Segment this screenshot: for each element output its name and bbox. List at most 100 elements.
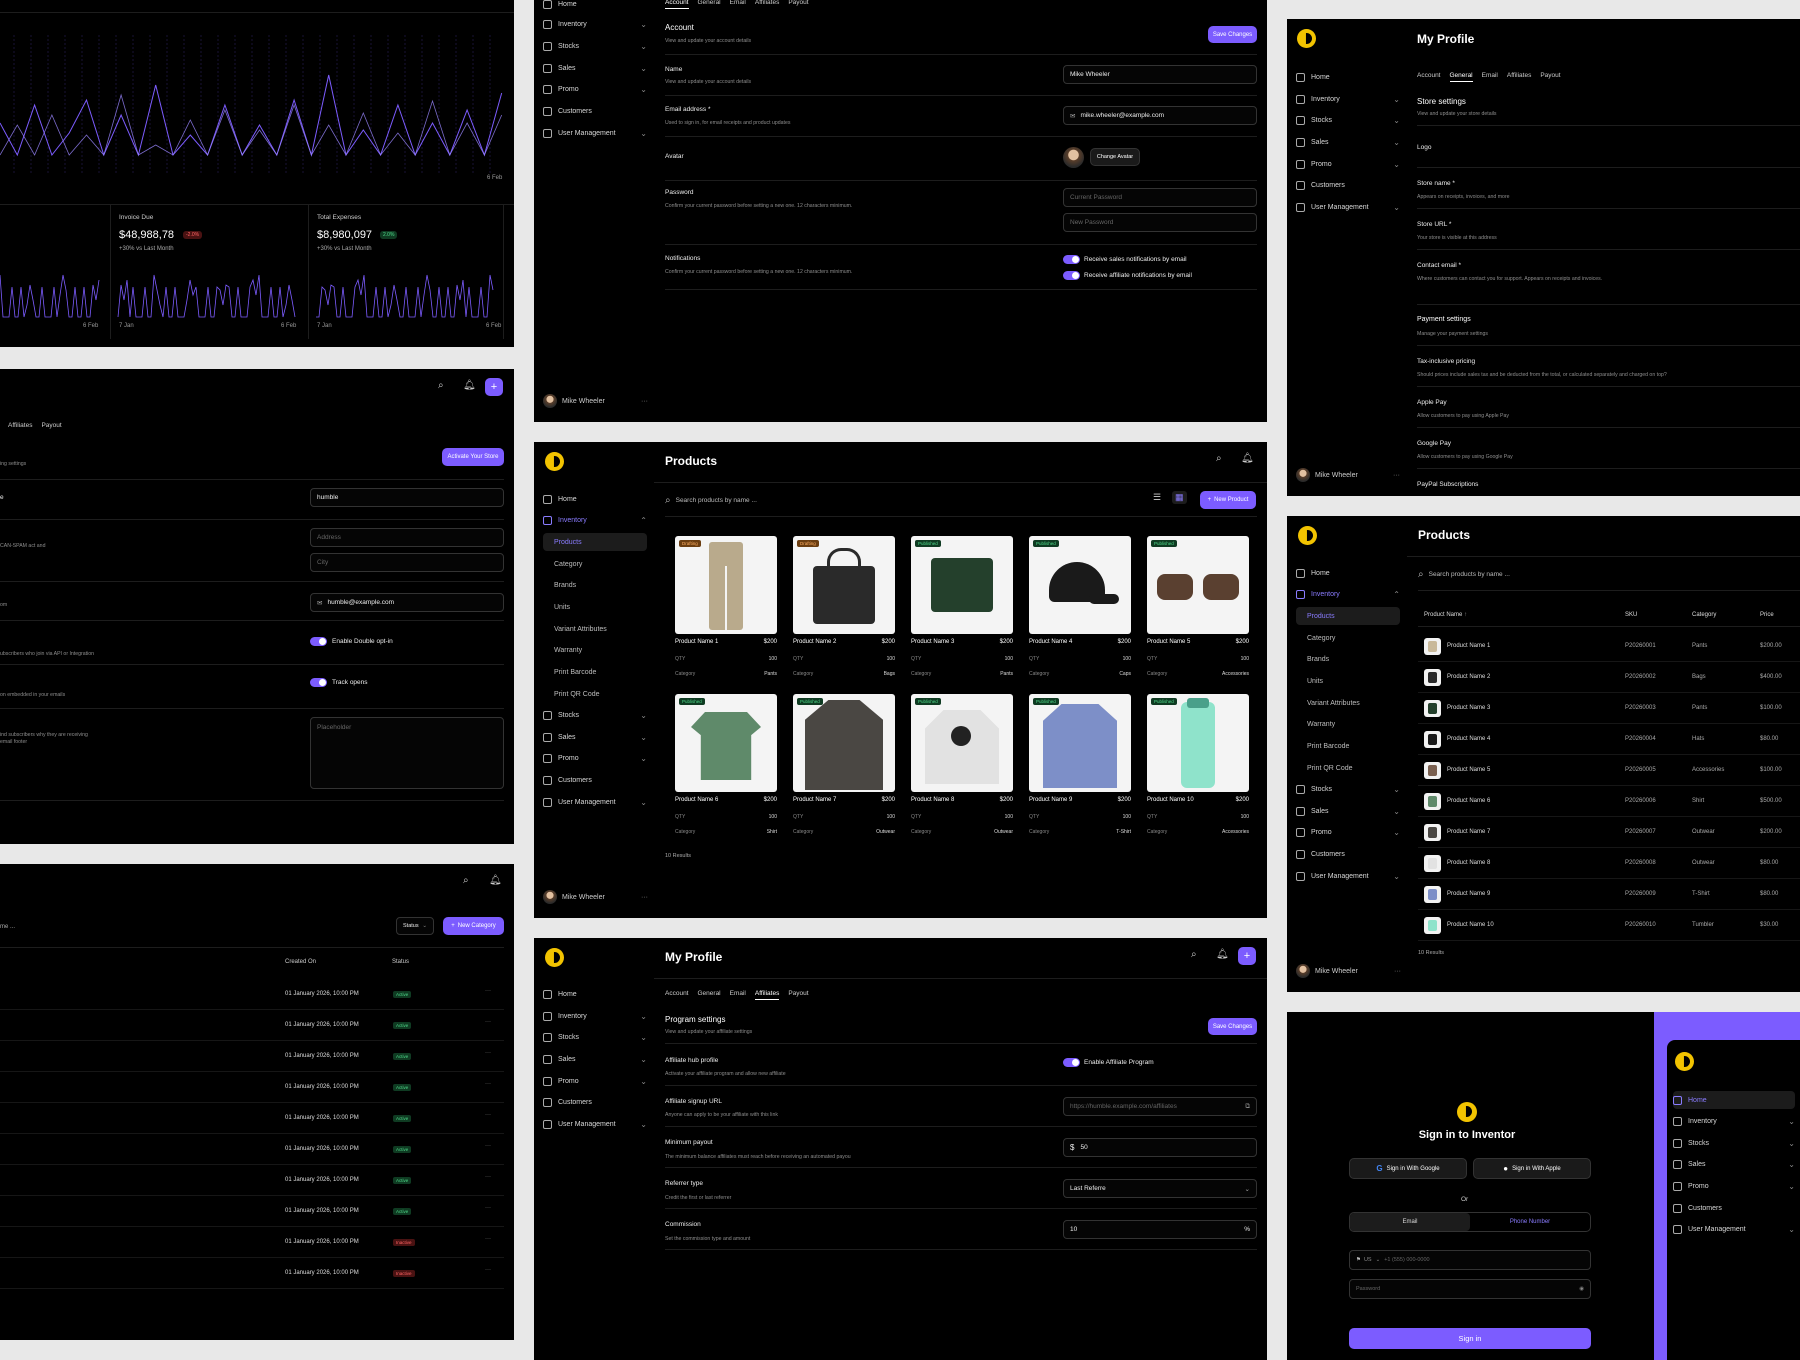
more-icon[interactable]: ··· bbox=[1394, 968, 1401, 975]
user-profile[interactable]: Mike Wheeler ··· bbox=[543, 394, 648, 408]
new-password-input[interactable]: New Password bbox=[1063, 213, 1257, 232]
tab-email[interactable]: Email bbox=[1482, 72, 1498, 82]
more-icon[interactable]: ··· bbox=[485, 1205, 491, 1211]
save-changes-button[interactable]: Save Changes bbox=[1208, 26, 1257, 43]
tab-payout[interactable]: Payout bbox=[41, 422, 61, 429]
col-product-name[interactable]: Product Name ↑ bbox=[1424, 612, 1467, 618]
bell-icon[interactable]: 🔔︎ bbox=[463, 380, 476, 391]
tab-phone-number[interactable]: Phone Number bbox=[1470, 1213, 1590, 1231]
sidebar-item-promo[interactable]: Promo ⌄ bbox=[543, 749, 647, 767]
table-row[interactable]: Product Name 1 P20260001 Pants $200.00 bbox=[1418, 631, 1800, 662]
more-icon[interactable]: ··· bbox=[485, 1236, 491, 1242]
sidebar-item-variant-attributes[interactable]: Variant Attributes bbox=[543, 620, 647, 638]
more-icon[interactable]: ··· bbox=[485, 1081, 491, 1087]
tab-general[interactable]: General bbox=[698, 0, 721, 9]
search-bar[interactable]: ⌕ Search products by name ... bbox=[665, 491, 985, 509]
sidebar-item-products[interactable]: Products bbox=[1296, 607, 1400, 625]
more-icon[interactable]: ··· bbox=[485, 1112, 491, 1118]
sidebar-item-promo[interactable]: Promo ⌄ bbox=[1673, 1177, 1795, 1195]
tab-payout[interactable]: Payout bbox=[1540, 72, 1560, 82]
tab-email[interactable]: Email bbox=[1350, 1213, 1470, 1231]
footer-textarea[interactable]: Placeholder bbox=[310, 717, 504, 789]
affiliate-notif-toggle[interactable] bbox=[1063, 271, 1080, 280]
sidebar-item-sales[interactable]: Sales ⌄ bbox=[1296, 802, 1400, 820]
search-icon[interactable]: ⌕ bbox=[463, 875, 469, 886]
product-card[interactable]: Published Product Name 10 $200 QTY 100 Catego… bbox=[1147, 694, 1249, 844]
sidebar-item-warranty[interactable]: Warranty bbox=[543, 641, 647, 659]
user-profile[interactable]: Mike Wheeler ··· bbox=[1296, 964, 1401, 978]
search-icon[interactable]: ⌕ bbox=[438, 380, 444, 391]
change-avatar-button[interactable]: Change Avatar bbox=[1090, 148, 1140, 166]
double-optin-toggle[interactable] bbox=[310, 637, 327, 646]
app-logo[interactable] bbox=[545, 452, 564, 471]
product-card[interactable]: Drafting Product Name 2 $200 QTY 100 Category… bbox=[793, 536, 895, 686]
search-bar[interactable]: ⌕ Search products by name ... bbox=[1418, 565, 1738, 583]
apple-signin-button[interactable]: ● Sign in With Apple bbox=[1473, 1158, 1591, 1179]
sidebar-item-category[interactable]: Category bbox=[1296, 629, 1400, 647]
more-icon[interactable]: ··· bbox=[485, 1174, 491, 1180]
search-icon[interactable]: ⌕ bbox=[1191, 949, 1197, 960]
sidebar-item-sales[interactable]: Sales ⌄ bbox=[543, 728, 647, 746]
sidebar-item-customers[interactable]: Customers bbox=[543, 771, 647, 789]
list-view-icon[interactable]: ☰ bbox=[1153, 492, 1161, 503]
sidebar-item-home[interactable]: Home bbox=[543, 0, 1260, 13]
tab-affiliates[interactable]: Affiliates bbox=[8, 422, 32, 429]
sidebar-item-stocks[interactable]: Stocks ⌄ bbox=[543, 37, 647, 55]
search-icon[interactable]: ⌕ bbox=[1216, 453, 1222, 464]
table-row[interactable]: 01 January 2026, 10:00 PM Active ··· bbox=[0, 1041, 504, 1072]
table-row[interactable]: 01 January 2026, 10:00 PM Active ··· bbox=[0, 1072, 504, 1103]
add-button[interactable]: + bbox=[1238, 947, 1256, 965]
sender-email-input[interactable]: ✉ humble@example.com bbox=[310, 593, 504, 612]
product-card[interactable]: Published Product Name 8 $200 QTY 100 Categor… bbox=[911, 694, 1013, 844]
sidebar-item-home[interactable]: Home bbox=[543, 985, 647, 1003]
tab-general[interactable]: General bbox=[1449, 72, 1473, 82]
sidebar-item-sales[interactable]: Sales ⌄ bbox=[543, 59, 647, 77]
table-row[interactable]: Product Name 4 P20260004 Hats $80.00 bbox=[1418, 724, 1800, 755]
product-card[interactable]: Drafting Product Name 1 $200 QTY 100 Category… bbox=[675, 536, 777, 686]
sidebar-item-inventory[interactable]: Inventory ⌃ bbox=[1296, 585, 1400, 603]
tab-account[interactable]: Account bbox=[1417, 72, 1441, 82]
more-icon[interactable]: ··· bbox=[485, 1143, 491, 1149]
sidebar-item-promo[interactable]: Promo ⌄ bbox=[1296, 823, 1400, 841]
tab-general[interactable]: General bbox=[698, 990, 721, 1000]
tab-affiliates[interactable]: Affiliates bbox=[1507, 72, 1531, 82]
referrer-type-select[interactable]: Last Referre ⌄ bbox=[1063, 1179, 1257, 1198]
sidebar-item-inventory[interactable]: Inventory ⌃ bbox=[543, 511, 647, 529]
sidebar-item-brands[interactable]: Brands bbox=[543, 576, 647, 594]
phone-input[interactable]: ⚑ US ⌄ +1 (555) 000-0000 bbox=[1349, 1250, 1591, 1270]
activate-store-button[interactable]: Activate Your Store bbox=[442, 448, 504, 466]
bell-icon[interactable]: 🔔︎ bbox=[489, 875, 502, 886]
sidebar-item-brands[interactable]: Brands bbox=[1296, 650, 1400, 668]
table-row[interactable]: Product Name 2 P20260002 Bags $400.00 bbox=[1418, 662, 1800, 693]
name-input[interactable]: Mike Wheeler bbox=[1063, 65, 1257, 84]
table-row[interactable]: Product Name 7 P20260007 Outwear $200.00 bbox=[1418, 817, 1800, 848]
app-logo[interactable] bbox=[1298, 526, 1317, 545]
product-card[interactable]: Published Product Name 6 $200 QTY 100 Categor… bbox=[675, 694, 777, 844]
table-row[interactable]: Product Name 8 P20260008 Outwear $80.00 bbox=[1418, 848, 1800, 879]
sidebar-item-inventory[interactable]: Inventory ⌄ bbox=[1673, 1112, 1795, 1130]
tab-email[interactable]: Email bbox=[730, 0, 746, 9]
sidebar-item-inventory[interactable]: Inventory ⌄ bbox=[1296, 90, 1400, 108]
tab-payout[interactable]: Payout bbox=[788, 990, 808, 1000]
product-card[interactable]: Published Product Name 5 $200 QTY 100 Categor… bbox=[1147, 536, 1249, 686]
table-row[interactable]: Product Name 3 P20260003 Pants $100.00 bbox=[1418, 693, 1800, 724]
sidebar-item-customers[interactable]: Customers bbox=[543, 1093, 647, 1111]
table-row[interactable]: 01 January 2026, 10:00 PM Active ··· bbox=[0, 979, 504, 1010]
grid-view-icon[interactable]: ▦ bbox=[1172, 491, 1187, 504]
more-icon[interactable]: ··· bbox=[485, 1019, 491, 1025]
sidebar-item-stocks[interactable]: Stocks ⌄ bbox=[543, 1028, 647, 1046]
table-row[interactable]: 01 January 2026, 10:00 PM Active ··· bbox=[0, 1196, 504, 1227]
current-password-input[interactable]: Current Password bbox=[1063, 188, 1257, 207]
more-icon[interactable]: ··· bbox=[485, 1050, 491, 1056]
sidebar-item-user-management[interactable]: User Management ⌄ bbox=[1296, 198, 1400, 216]
sidebar-item-print-barcode[interactable]: Print Barcode bbox=[1296, 737, 1400, 755]
table-row[interactable]: 01 January 2026, 10:00 PM Active ··· bbox=[0, 1010, 504, 1041]
track-opens-toggle[interactable] bbox=[310, 678, 327, 687]
sidebar-item-promo[interactable]: Promo ⌄ bbox=[543, 80, 647, 98]
email-input[interactable]: ✉ mike.wheeler@example.com bbox=[1063, 106, 1257, 125]
sidebar-item-customers[interactable]: Customers bbox=[1673, 1199, 1795, 1217]
sidebar-item-customers[interactable]: Customers bbox=[543, 102, 647, 120]
bell-icon[interactable]: 🔔︎ bbox=[1241, 453, 1254, 464]
sidebar-item-units[interactable]: Units bbox=[1296, 672, 1400, 690]
sidebar-item-sales[interactable]: Sales ⌄ bbox=[1296, 133, 1400, 151]
